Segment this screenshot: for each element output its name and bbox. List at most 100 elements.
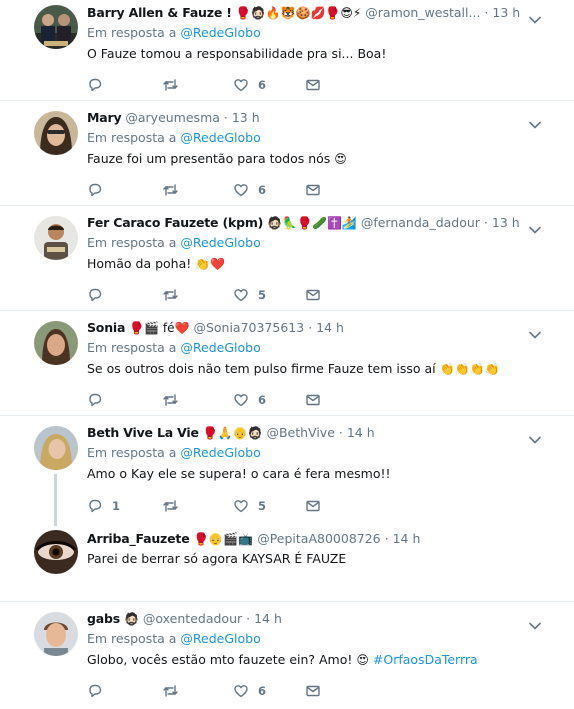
reply-prefix: Em resposta a xyxy=(87,25,177,40)
avatar[interactable] xyxy=(34,111,78,155)
reply-to-link[interactable]: @RedeGlobo xyxy=(180,445,260,460)
username-handle[interactable]: @fernanda_dadour xyxy=(361,215,480,230)
tweet-timestamp[interactable]: 13 h xyxy=(492,5,520,20)
tweet-timestamp[interactable]: 13 h xyxy=(232,110,260,125)
display-name[interactable]: gabs xyxy=(87,611,120,626)
display-name[interactable]: Sonia xyxy=(87,320,125,335)
separator-dot: · xyxy=(338,425,343,440)
tweet-timestamp[interactable]: 14 h xyxy=(347,425,375,440)
direct-message-button[interactable] xyxy=(305,390,321,410)
message-icon xyxy=(306,79,320,91)
separator-dot: · xyxy=(483,215,488,230)
reply-to-link[interactable]: @RedeGlobo xyxy=(180,130,260,145)
reply-to-link[interactable]: @RedeGlobo xyxy=(180,235,260,250)
tweet-timestamp[interactable]: 14 h xyxy=(316,320,344,335)
reply-button[interactable] xyxy=(87,285,112,305)
tweet-actions: 6 xyxy=(87,681,347,701)
retweet-button[interactable] xyxy=(162,180,188,200)
avatar[interactable] xyxy=(34,530,78,574)
reply-button[interactable]: 1 xyxy=(87,496,120,516)
like-button[interactable]: 6 xyxy=(233,180,266,200)
display-name[interactable]: Fer Caraco Fauzete (kpm) xyxy=(87,215,263,230)
tweet[interactable]: Fer Caraco Fauzete (kpm) 🧔🏻🦜🥊🥒✝️🏄 @ferna… xyxy=(0,206,574,311)
retweet-button[interactable] xyxy=(162,390,188,410)
like-count: 6 xyxy=(258,78,267,92)
direct-message-button[interactable] xyxy=(305,285,321,305)
display-name[interactable]: Mary xyxy=(87,110,122,125)
tweet-text-body: Parei de berrar só agora KAYSAR É FAUZE xyxy=(87,551,347,566)
direct-message-button[interactable] xyxy=(305,496,321,516)
username-handle[interactable]: @aryeumesma xyxy=(125,110,220,125)
retweet-button[interactable] xyxy=(162,75,188,95)
tweet-text: O Fauze tomou a responsabilidade pra si.… xyxy=(87,45,558,63)
reply-icon xyxy=(89,78,102,92)
username-handle[interactable]: @ramon_westall... xyxy=(365,5,480,20)
retweet-button[interactable] xyxy=(162,285,188,305)
reply-icon xyxy=(89,684,102,698)
reply-button[interactable] xyxy=(87,75,112,95)
retweet-button[interactable] xyxy=(162,681,188,701)
username-handle[interactable]: @Sonia70375613 xyxy=(193,320,304,335)
avatar[interactable] xyxy=(34,426,78,470)
reply-to-link[interactable]: @RedeGlobo xyxy=(180,631,260,646)
more-options-button[interactable] xyxy=(528,325,542,344)
reply-button[interactable] xyxy=(87,180,112,200)
more-options-button[interactable] xyxy=(528,220,542,239)
reply-button[interactable] xyxy=(87,390,112,410)
reply-prefix: Em resposta a xyxy=(87,445,177,460)
avatar[interactable] xyxy=(34,5,78,49)
tweet-timestamp[interactable]: 14 h xyxy=(393,531,421,546)
retweet-button[interactable] xyxy=(162,496,188,516)
retweet-icon xyxy=(163,79,178,91)
reply-icon xyxy=(89,288,102,302)
direct-message-button[interactable] xyxy=(305,75,321,95)
more-options-button[interactable] xyxy=(528,430,542,449)
tweet[interactable]: Beth Vive La Vie 🥊🙏👴🧔🏻 @BethVive · 14 h … xyxy=(0,416,574,526)
display-name[interactable]: Beth Vive La Vie xyxy=(87,425,199,440)
tweet[interactable]: Sonia 🥊🎬 fé❤️ @Sonia70375613 · 14 h Em r… xyxy=(0,311,574,416)
message-icon xyxy=(306,500,320,512)
tweet-text: Globo, vocês estão mto fauzete ein? Amo!… xyxy=(87,651,558,669)
tweet[interactable]: Mary @aryeumesma · 13 h Em resposta a @R… xyxy=(0,101,574,206)
username-handle[interactable]: @PepitaA80008726 xyxy=(257,531,380,546)
tweet[interactable]: gabs 🧔🏻 @oxentedadour · 14 h Em resposta… xyxy=(0,602,574,709)
tweet-actions: 6 xyxy=(87,180,347,200)
tweet-text-body: Se os outros dois não tem pulso firme Fa… xyxy=(87,361,436,376)
like-icon xyxy=(234,184,248,197)
reply-context: Em resposta a @RedeGlobo xyxy=(87,630,558,648)
like-button[interactable]: 6 xyxy=(233,390,266,410)
username-handle[interactable]: @BethVive xyxy=(266,425,334,440)
display-name[interactable]: Arriba_Fauzete xyxy=(87,531,190,546)
name-emoji: 🥊🧔🏻🔥🐯🍪💋🥊😎⚡ xyxy=(235,6,362,20)
avatar[interactable] xyxy=(34,612,78,656)
more-options-button[interactable] xyxy=(528,10,542,29)
tweet-text: Fauze foi um presentão para todos nós 😍 xyxy=(87,150,558,168)
chevron-down-icon xyxy=(529,436,541,444)
direct-message-button[interactable] xyxy=(305,180,321,200)
like-button[interactable]: 6 xyxy=(233,75,266,95)
like-button[interactable]: 5 xyxy=(233,285,266,305)
separator-dot: · xyxy=(308,320,313,335)
display-name[interactable]: Barry Allen & Fauze ! xyxy=(87,5,232,20)
more-options-button[interactable] xyxy=(528,115,542,134)
tweet-text-body: Amo o Kay ele se supera! o cara é fera m… xyxy=(87,466,391,481)
tweet-timestamp[interactable]: 13 h xyxy=(492,215,520,230)
chevron-down-icon xyxy=(529,16,541,24)
reply-to-link[interactable]: @RedeGlobo xyxy=(180,25,260,40)
like-count: 5 xyxy=(258,499,267,513)
hashtag-link[interactable]: #OrfaosDaTerrra xyxy=(373,652,478,667)
reply-to-link[interactable]: @RedeGlobo xyxy=(180,340,260,355)
tweet[interactable]: Barry Allen & Fauze ! 🥊🧔🏻🔥🐯🍪💋🥊😎⚡ @ramon_… xyxy=(0,0,574,101)
avatar[interactable] xyxy=(34,321,78,365)
like-button[interactable]: 6 xyxy=(233,681,266,701)
avatar[interactable] xyxy=(34,216,78,260)
direct-message-button[interactable] xyxy=(305,681,321,701)
tweet[interactable]: Arriba_Fauzete 🥊👴🎬📺 @PepitaA80008726 · 1… xyxy=(0,526,574,602)
reply-button[interactable] xyxy=(87,681,112,701)
more-options-button[interactable] xyxy=(528,616,542,635)
username-handle[interactable]: @oxentedadour xyxy=(143,611,242,626)
tweet-timestamp[interactable]: 14 h xyxy=(254,611,282,626)
name-emoji: 🧔🏻 xyxy=(123,612,139,626)
name-emoji: 🧔🏻🦜🥊🥒✝️🏄 xyxy=(267,216,357,230)
like-button[interactable]: 5 xyxy=(233,496,266,516)
